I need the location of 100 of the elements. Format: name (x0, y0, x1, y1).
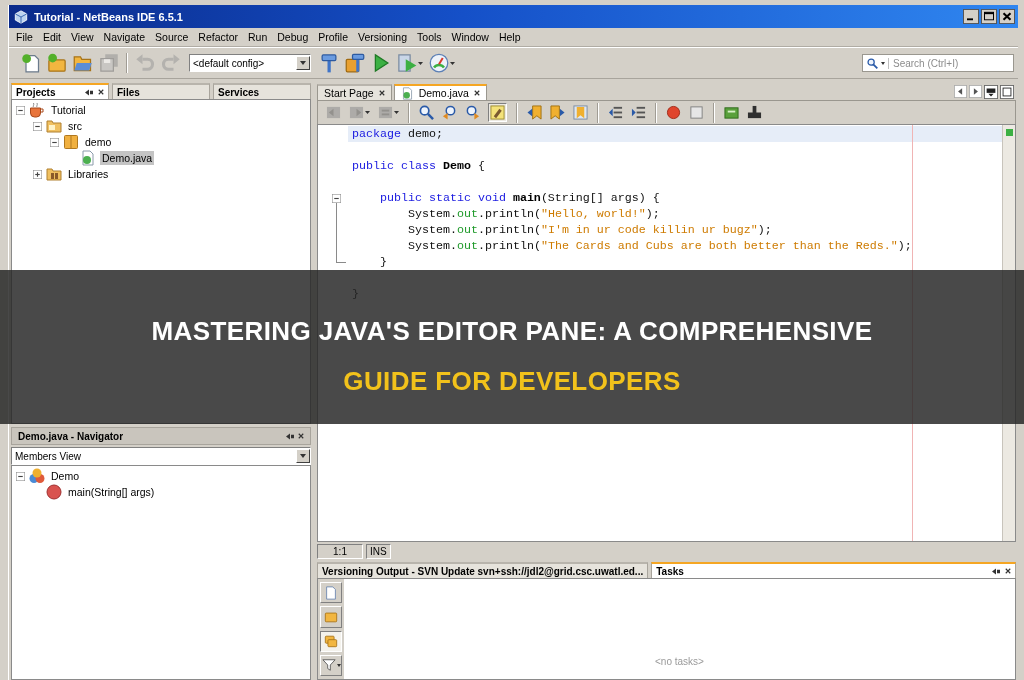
code-line: public class Demo { (352, 159, 485, 173)
collapse-icon[interactable] (16, 471, 25, 481)
package-icon (63, 134, 79, 150)
close-icon[interactable] (378, 90, 385, 96)
editor-tab[interactable]: Start Page (317, 84, 392, 100)
hammer-icon[interactable] (319, 53, 339, 73)
menu-item[interactable]: Navigate (98, 30, 151, 44)
expand-icon[interactable] (33, 169, 42, 179)
coffee-cup-icon (29, 102, 45, 118)
highlighter-icon[interactable] (488, 103, 507, 122)
method-icon (46, 484, 62, 500)
window-title: Tutorial - NetBeans IDE 6.5.1 (34, 10, 184, 23)
next-bookmark-icon[interactable] (550, 105, 565, 120)
panel-tab[interactable]: Files (112, 83, 210, 99)
find-previous-icon[interactable] (442, 105, 457, 120)
config-dropdown[interactable]: <default config> (189, 54, 311, 72)
indent-icon[interactable] (631, 105, 646, 120)
outdent-icon[interactable] (608, 105, 623, 120)
caret-down-icon (336, 663, 341, 667)
search-input[interactable]: Search (Ctrl+I) (888, 57, 1009, 69)
tree-item[interactable]: Demo.java (100, 151, 155, 165)
java-file-icon (400, 86, 414, 100)
maximize-icon[interactable] (981, 9, 997, 24)
tree-item[interactable]: Libraries (66, 167, 111, 181)
code-line: System.out.println("Hello, world!"); (407, 207, 660, 221)
minimize-icon[interactable] (286, 432, 294, 440)
menu-item[interactable]: Debug (272, 30, 314, 44)
search-icon[interactable] (867, 57, 878, 69)
search-field[interactable]: Search (Ctrl+I) (862, 54, 1014, 72)
menu-item[interactable]: Tools (412, 30, 447, 44)
new-file-icon[interactable] (21, 53, 41, 73)
uncomment-icon[interactable] (747, 105, 762, 120)
tree-item[interactable]: Demo (49, 469, 81, 483)
code-line: } (379, 255, 387, 269)
open-folder-icon[interactable] (73, 53, 93, 73)
folders-icon (324, 634, 338, 649)
minimize-icon[interactable] (85, 88, 93, 96)
menu-item[interactable]: Edit (37, 30, 66, 44)
find-next-icon[interactable] (465, 105, 480, 120)
collapse-icon[interactable] (50, 137, 59, 147)
scroll-right-icon[interactable] (969, 85, 982, 98)
gauge-icon[interactable] (429, 53, 449, 73)
collapse-icon[interactable] (33, 121, 42, 131)
caret-down-icon[interactable] (300, 454, 306, 458)
code-line: System.out.println("I'm in ur code killin ur bugz"); (407, 223, 772, 237)
close-icon[interactable] (473, 90, 480, 96)
scope-toggle-button[interactable] (320, 630, 342, 652)
minimize-icon[interactable] (992, 567, 1000, 575)
panel-title: Demo.java - Navigator (18, 430, 125, 442)
document-list-icon[interactable] (984, 84, 998, 99)
caret-down-icon[interactable] (881, 61, 885, 65)
banner-heading: MASTERING JAVA'S EDITOR PANE: A COMPREHENSIVE (151, 315, 873, 348)
close-icon[interactable] (298, 433, 304, 439)
collapse-icon[interactable] (16, 105, 25, 115)
caret-down-icon[interactable] (418, 61, 423, 65)
menu-item[interactable]: Help (493, 30, 526, 44)
comment-icon[interactable] (724, 105, 739, 120)
close-icon[interactable] (98, 89, 104, 95)
previous-bookmark-icon[interactable] (527, 105, 542, 120)
tree-item[interactable]: Tutorial (49, 103, 88, 117)
fold-bracket (336, 203, 346, 263)
editor-tab[interactable]: Demo.java (393, 84, 487, 100)
caret-down-icon[interactable] (300, 61, 306, 65)
code-line: System.out.println("The Cards and Cubs are both better than the Reds."); (407, 239, 912, 253)
output-tab[interactable]: Versioning Output - SVN Update svn+ssh://jdl2@grid.csc.uwatl.ed... (317, 562, 649, 578)
insert-mode: INS (366, 544, 391, 559)
library-folder-icon (46, 166, 62, 182)
menu-item[interactable]: Window (446, 30, 494, 44)
code-line: package demo; (352, 127, 443, 141)
view-dropdown[interactable]: Members View (11, 447, 311, 465)
panel-tab[interactable]: Projects (11, 83, 109, 99)
output-tab[interactable]: Tasks (651, 562, 1016, 578)
status-ok-icon (1005, 129, 1013, 136)
close-icon[interactable] (999, 9, 1015, 24)
tree-item[interactable]: main(String[] args) (66, 485, 157, 499)
search-icon[interactable] (419, 105, 434, 120)
record-icon[interactable] (666, 105, 681, 120)
hammer-broom-icon[interactable] (345, 53, 365, 73)
close-icon[interactable] (1005, 568, 1011, 574)
maximize-icon[interactable] (1000, 84, 1014, 99)
caret-down-icon[interactable] (450, 61, 455, 65)
empty-tasks-message: <no tasks> (655, 656, 704, 667)
menu-item[interactable]: File (11, 30, 38, 44)
page-icon (324, 585, 338, 600)
java-file-icon (80, 150, 96, 166)
class-icon (29, 468, 45, 484)
menu-item[interactable]: Refactor (193, 30, 243, 44)
scroll-left-icon[interactable] (954, 85, 967, 98)
panel-tab[interactable]: Services (213, 83, 311, 99)
menu-item[interactable]: Versioning (353, 30, 413, 44)
filter-icon (321, 658, 336, 673)
tree-item[interactable]: demo (83, 135, 114, 149)
tree-item[interactable]: src (66, 119, 84, 133)
menu-item[interactable]: Source (150, 30, 194, 44)
menu-item[interactable]: Run (243, 30, 273, 44)
menu-item[interactable]: Profile (313, 30, 353, 44)
folder-icon (324, 609, 338, 624)
menu-item[interactable]: View (66, 30, 99, 44)
minimize-icon[interactable] (963, 9, 979, 24)
collapse-icon[interactable] (332, 194, 341, 203)
